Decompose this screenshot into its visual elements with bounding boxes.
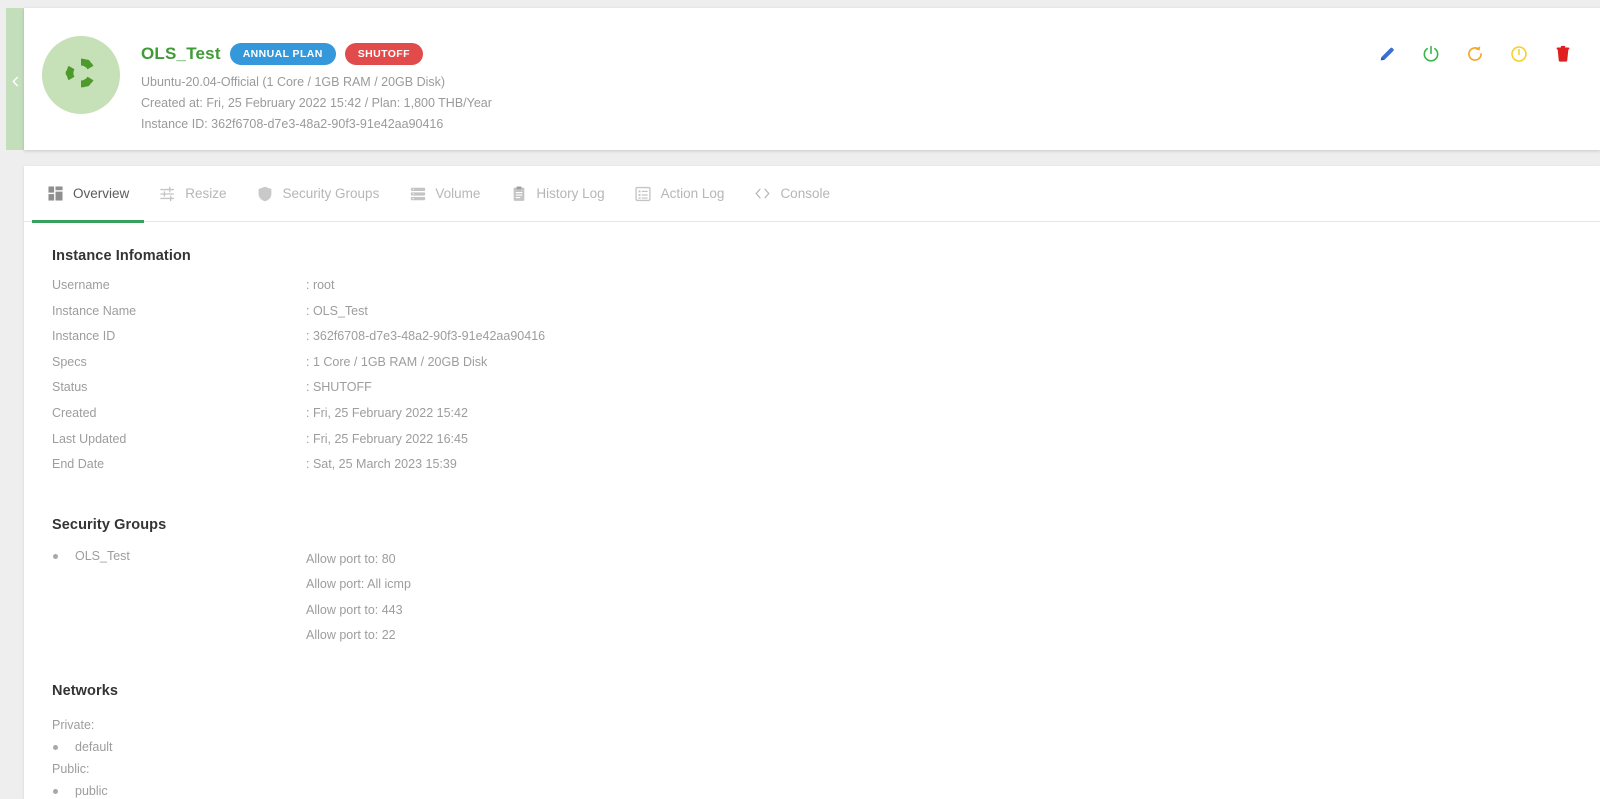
- tab-resize[interactable]: Resize: [144, 166, 241, 222]
- info-value: : Fri, 25 February 2022 16:45: [306, 431, 468, 446]
- tab-bar: Overview Resize Security Groups Volume H…: [24, 166, 1600, 223]
- security-group-rule: Allow port to: 443: [306, 602, 403, 617]
- info-row: Status : SHUTOFF: [52, 380, 1600, 406]
- info-value: : 1 Core / 1GB RAM / 20GB Disk: [306, 354, 488, 369]
- instance-id-line: Instance ID: 362f6708-d7e3-48a2-90f3-91e…: [141, 117, 444, 131]
- tab-action-log[interactable]: Action Log: [620, 166, 740, 222]
- info-row: Last Updated : Fri, 25 February 2022 16:…: [52, 432, 1600, 458]
- clipboard-icon: [510, 185, 527, 202]
- sidebar-collapse-rail[interactable]: [6, 8, 24, 150]
- info-value: : OLS_Test: [306, 303, 368, 318]
- security-group-rule: Allow port to: 22: [306, 628, 396, 643]
- info-key: Created: [52, 405, 97, 420]
- info-key: Specs: [52, 354, 87, 369]
- status-badge: SHUTOFF: [344, 43, 423, 65]
- sliders-icon: [159, 185, 176, 202]
- instance-title-row: OLS_Test ANNUAL PLAN SHUTOFF: [141, 42, 492, 66]
- tab-security-groups[interactable]: Security Groups: [242, 166, 395, 222]
- plan-badge: ANNUAL PLAN: [229, 43, 336, 65]
- power-off-circle-icon: [1509, 44, 1529, 67]
- created-plan-line: Created at: Fri, 25 February 2022 15:42 …: [141, 96, 492, 110]
- power-on-button[interactable]: [1418, 42, 1444, 68]
- instance-content-card: Overview Resize Security Groups Volume H…: [24, 166, 1600, 799]
- code-icon: [754, 185, 771, 202]
- ubuntu-logo-icon: [58, 50, 104, 101]
- networks-heading: Networks: [52, 682, 119, 699]
- refresh-icon: [1465, 44, 1485, 67]
- edit-instance-button[interactable]: [1374, 42, 1400, 68]
- instance-actions: [1374, 42, 1576, 68]
- bullet-icon: [53, 553, 58, 559]
- server-icon: [409, 185, 426, 202]
- dashboard-icon: [47, 185, 64, 202]
- info-value: : Sat, 25 March 2023 15:39: [306, 457, 457, 472]
- info-row: Username : root: [52, 278, 1600, 304]
- info-key: Instance ID: [52, 329, 116, 344]
- shutdown-button[interactable]: [1506, 42, 1532, 68]
- security-group-rule: Allow port: All icmp: [306, 577, 411, 592]
- bullet-icon: [53, 788, 58, 794]
- info-row: Specs : 1 Core / 1GB RAM / 20GB Disk: [52, 355, 1600, 381]
- chevron-left-icon: [10, 74, 21, 86]
- tab-label: Security Groups: [282, 186, 380, 201]
- network-name: public: [75, 783, 108, 798]
- info-key: Instance Name: [52, 303, 137, 318]
- tab-label: Volume: [435, 186, 481, 201]
- security-group-item: OLS_Test Allow port to: 80 Allow port: A…: [52, 547, 1600, 649]
- power-icon: [1421, 44, 1441, 67]
- delete-instance-button[interactable]: [1550, 42, 1576, 68]
- info-value: : root: [306, 278, 335, 292]
- tab-overview[interactable]: Overview: [32, 166, 145, 223]
- overview-panel: Instance Infomation Username : root Inst…: [24, 222, 1600, 799]
- public-networks-label: Public:: [52, 761, 90, 776]
- instance-information-heading: Instance Infomation: [52, 248, 191, 264]
- avatar: [42, 36, 120, 114]
- info-row: End Date : Sat, 25 March 2023 15:39: [52, 457, 1600, 483]
- tab-label: Action Log: [660, 186, 725, 201]
- tab-history-log[interactable]: History Log: [495, 166, 619, 222]
- os-spec-line: Ubuntu-20.04-Official (1 Core / 1GB RAM …: [141, 75, 446, 89]
- info-key: Last Updated: [52, 431, 127, 446]
- security-group-name: OLS_Test: [75, 548, 130, 563]
- instance-information-list: Username : root Instance Name : OLS_Test…: [52, 278, 1600, 483]
- tab-label: Resize: [185, 186, 227, 201]
- security-group-rules: Allow port to: 80 Allow port: All icmp A…: [306, 547, 411, 649]
- info-row: Instance ID : 362f6708-d7e3-48a2-90f3-91…: [52, 329, 1600, 355]
- instance-detail-page: OLS_Test ANNUAL PLAN SHUTOFF Ubuntu-20.0…: [0, 0, 1600, 799]
- tab-console[interactable]: Console: [739, 166, 845, 222]
- reboot-button[interactable]: [1462, 42, 1488, 68]
- network-item: default: [52, 738, 1600, 757]
- pencil-icon: [1377, 44, 1397, 67]
- shield-icon: [257, 185, 274, 202]
- list-box-icon: [635, 185, 652, 202]
- info-row: Instance Name : OLS_Test: [52, 304, 1600, 330]
- page-title: OLS_Test: [141, 44, 221, 63]
- private-networks-label: Private:: [52, 717, 95, 732]
- info-value: : 362f6708-d7e3-48a2-90f3-91e42aa90416: [306, 329, 546, 344]
- info-row: Created : Fri, 25 February 2022 15:42: [52, 406, 1600, 432]
- instance-header-card: OLS_Test ANNUAL PLAN SHUTOFF Ubuntu-20.0…: [24, 8, 1600, 150]
- trash-icon: [1553, 44, 1573, 67]
- tab-label: Console: [780, 186, 830, 201]
- info-key: Status: [52, 380, 88, 395]
- info-key: Username: [52, 278, 110, 292]
- security-group-rule: Allow port to: 80: [306, 551, 396, 566]
- bullet-icon: [53, 744, 58, 750]
- info-value: : Fri, 25 February 2022 15:42: [306, 405, 468, 420]
- network-name: default: [75, 739, 113, 754]
- info-value: : SHUTOFF: [306, 380, 372, 395]
- network-item: public: [52, 782, 1600, 799]
- tab-label: History Log: [536, 186, 605, 201]
- tab-label: Overview: [73, 186, 130, 201]
- tab-volume[interactable]: Volume: [394, 166, 495, 222]
- info-key: End Date: [52, 457, 105, 472]
- security-groups-heading: Security Groups: [52, 516, 167, 533]
